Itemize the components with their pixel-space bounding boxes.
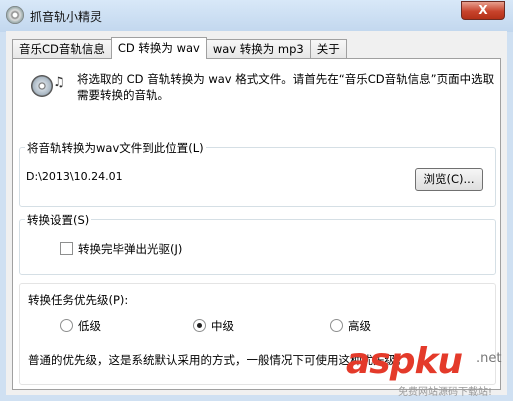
eject-checkbox-label[interactable]: 转换完毕弹出光驱(J) [78, 241, 182, 257]
conversion-settings-group: 转换设置(S) 转换完毕弹出光驱(J) [19, 212, 496, 275]
eject-checkbox[interactable] [60, 242, 73, 255]
tab-strip: 音乐CD音轨信息 CD 转换为 wav wav 转换为 mp3 关于 [12, 37, 347, 59]
watermark-tagline: 免费网站源码下载站! [398, 387, 493, 398]
output-location-group: 将音轨转换为wav文件到此位置(L) D:\2013\10.24.01 浏览(C… [19, 140, 496, 207]
window-title: 抓音轨小精灵 [30, 10, 103, 24]
intro-text: 将选取的 CD 音轨转换为 wav 格式文件。请首先在“音乐CD音轨信息”页面中… [77, 72, 495, 102]
priority-medium-label[interactable]: 中级 [211, 318, 234, 334]
priority-medium-radio[interactable] [193, 319, 206, 332]
music-notes-icon: ♫ [53, 75, 65, 90]
cd-app-icon [6, 6, 24, 24]
tab-cd-track-info[interactable]: 音乐CD音轨信息 [12, 39, 112, 59]
tab-wav-to-mp3[interactable]: wav 转换为 mp3 [205, 39, 311, 59]
close-button[interactable]: X [461, 1, 505, 20]
priority-low-radio[interactable] [60, 319, 73, 332]
priority-low-label[interactable]: 低级 [78, 318, 101, 334]
priority-high-label[interactable]: 高级 [348, 318, 371, 334]
watermark: aspku .net 免费网站源码下载站! [318, 335, 513, 401]
tab-cd-to-wav[interactable]: CD 转换为 wav [110, 37, 207, 59]
watermark-logo: aspku [346, 341, 463, 382]
tab-about[interactable]: 关于 [309, 39, 347, 59]
title-bar: 抓音轨小精灵 X [0, 0, 513, 32]
output-group-label: 将音轨转换为wav文件到此位置(L) [25, 140, 206, 156]
priority-high-radio[interactable] [330, 319, 343, 332]
priority-label: 转换任务优先级(P): [28, 293, 129, 307]
watermark-domain: .net [476, 351, 502, 366]
browse-button[interactable]: 浏览(C)... [415, 168, 483, 191]
settings-group-label: 转换设置(S) [25, 212, 92, 228]
cd-disc-icon [31, 75, 53, 97]
output-path: D:\2013\10.24.01 [26, 170, 123, 183]
